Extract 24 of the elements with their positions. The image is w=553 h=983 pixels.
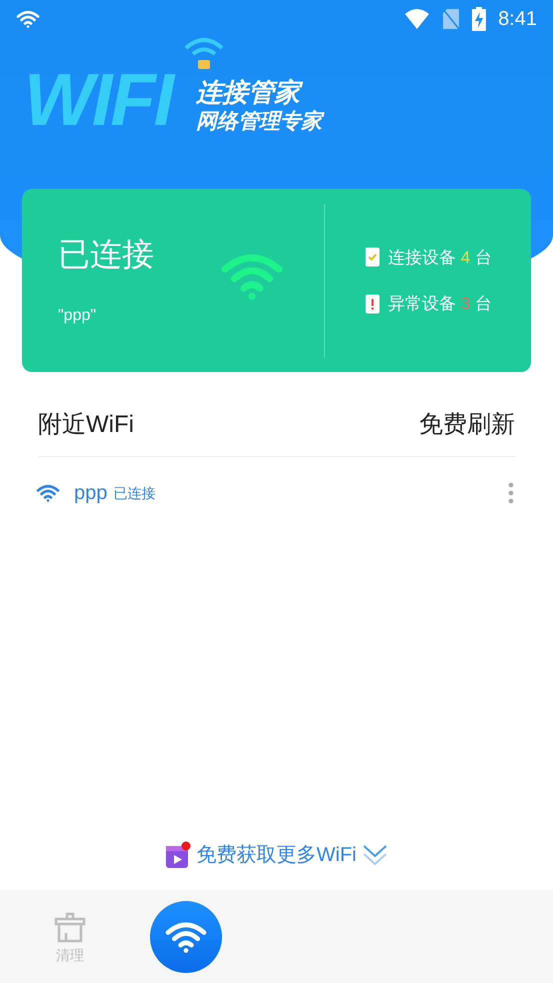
app-subtitle: 网络管理专家 [196,108,322,135]
network-item[interactable]: ppp 已连接 [36,478,517,508]
network-name: ppp [74,481,108,506]
double-chevron-down-icon [362,843,388,867]
battery-charging-icon [472,7,486,31]
clock: 8:41 [498,7,537,32]
exclamation-icon [365,294,380,314]
section-title: 附近WiFi [38,410,134,440]
no-sim-icon [442,8,460,30]
app-title: 连接管家 [196,76,322,108]
wifi-icon [36,483,60,503]
wifi-signal-icon [16,9,40,29]
network-name: "ppp" [58,306,98,326]
video-icon [164,841,190,869]
check-icon [365,247,380,268]
device-count: 连接设备 4 台 [388,246,492,268]
wifi-lock-icon [182,36,226,70]
more-wifi-link[interactable]: 免费获取更多WiFi [164,840,388,870]
logo-wordmark: WIFI [24,60,172,140]
connection-status: 已连接 [58,234,155,274]
network-status: 已连接 [113,484,156,502]
wifi-signal-icon [404,8,430,30]
device-count: 异常设备 3 台 [388,293,492,315]
refresh-button[interactable]: 免费刷新 [419,407,515,443]
